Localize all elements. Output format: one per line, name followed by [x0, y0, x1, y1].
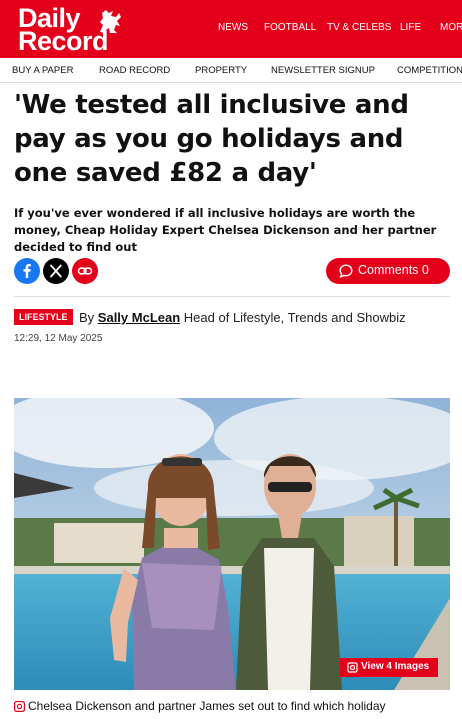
nav-life[interactable]: LIFE [400, 22, 421, 33]
nav-tv-celebs[interactable]: TV & CELEBS [327, 22, 391, 33]
byline-prefix: By [79, 310, 95, 325]
facebook-icon [14, 258, 40, 284]
comments-button[interactable]: Comments 0 [326, 258, 450, 284]
secondary-nav: BUY A PAPER ROAD RECORD PROPERTY NEWSLET… [0, 58, 462, 83]
nav-football[interactable]: FOOTBALL [264, 22, 316, 33]
nav-news[interactable]: NEWS [218, 22, 248, 33]
caption-text: Chelsea Dickenson and partner James set … [28, 699, 386, 713]
share-facebook-button[interactable] [14, 258, 40, 284]
daily-record-logo[interactable]: Daily Record [18, 4, 128, 55]
subnav-newsletter-signup[interactable]: NEWSLETTER SIGNUP [271, 65, 375, 76]
subnav-road-record[interactable]: ROAD RECORD [99, 65, 170, 76]
category-badge[interactable]: LIFESTYLE [14, 309, 73, 325]
site-header: Daily Record NEWS FOOTBALL TV & CELEBS L… [0, 0, 462, 58]
subnav-competitions[interactable]: COMPETITIONS [397, 65, 462, 76]
author-link[interactable]: Sally McLean [98, 310, 180, 325]
article-standfirst: If you've ever wondered if all inclusive… [14, 206, 437, 254]
link-icon [72, 258, 98, 284]
comments-label: Comments 0 [358, 263, 429, 277]
comment-icon [339, 264, 353, 278]
author-role: Head of Lifestyle, Trends and Showbiz [183, 310, 406, 325]
view-images-button[interactable]: View 4 Images [340, 658, 438, 677]
gallery-icon [347, 662, 358, 673]
hero-image[interactable] [14, 398, 450, 690]
divider [14, 296, 450, 297]
lion-rampant-icon [100, 10, 121, 33]
share-link-button[interactable] [72, 258, 98, 284]
publish-date: 12:29, 12 May 2025 [14, 333, 103, 344]
x-icon [43, 258, 69, 284]
gallery-icon [14, 701, 25, 712]
byline: By Sally McLean Head of Lifestyle, Trend… [79, 310, 406, 325]
article-headline: 'We tested all inclusive and pay as you … [14, 90, 409, 188]
subnav-property[interactable]: PROPERTY [195, 65, 247, 76]
hero-photo [14, 398, 450, 690]
share-x-button[interactable] [43, 258, 69, 284]
subnav-buy-a-paper[interactable]: BUY A PAPER [12, 65, 73, 76]
view-images-label: View 4 Images [361, 661, 430, 672]
nav-more[interactable]: MOR [440, 22, 462, 33]
